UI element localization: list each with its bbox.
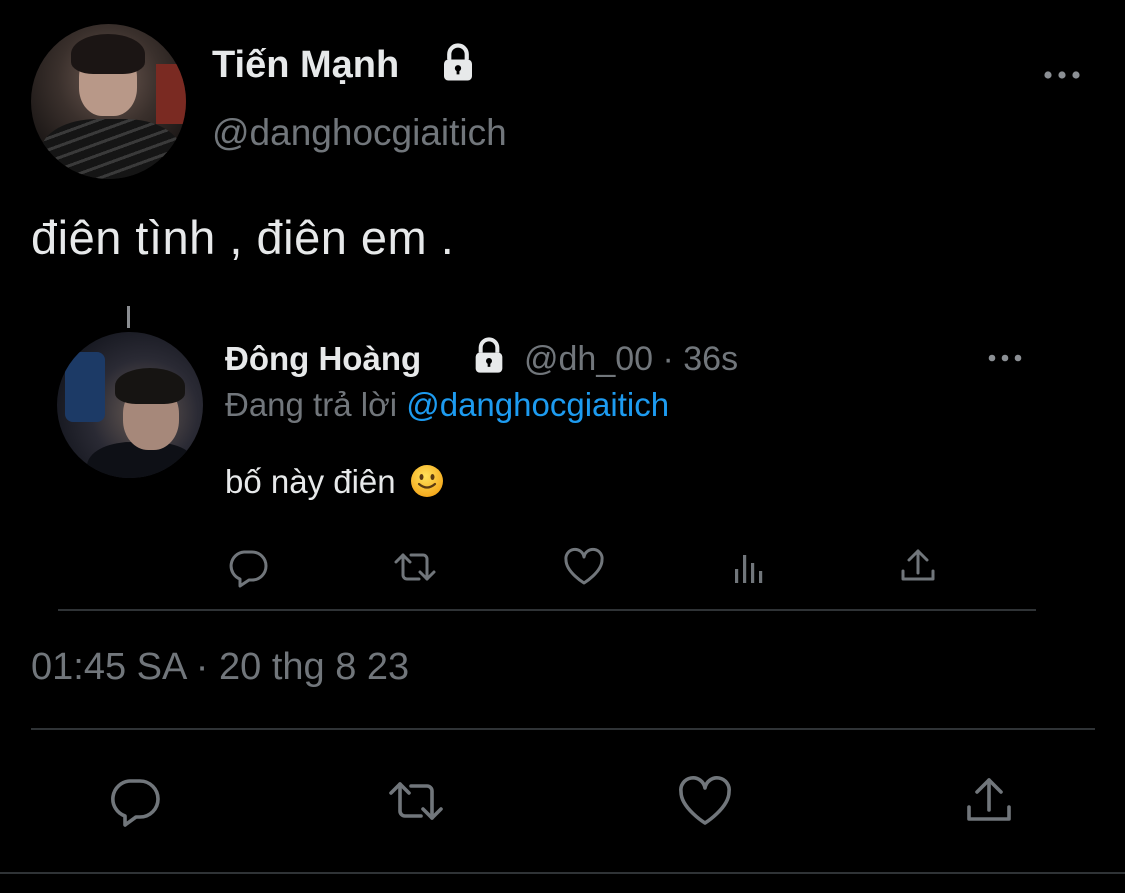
mention-link[interactable]: @danghocgiaitich <box>406 386 669 423</box>
reply-author-display-name[interactable]: Đông Hoàng <box>225 340 421 378</box>
divider <box>31 728 1095 730</box>
tweet-timestamp[interactable]: 01:45 SA · 20 thg 8 23 <box>31 646 409 689</box>
views-icon[interactable] <box>727 543 775 591</box>
reply-text: bố này điên <box>225 463 445 501</box>
thread-connector <box>127 306 130 328</box>
lock-icon <box>437 42 479 84</box>
retweet-icon[interactable] <box>385 770 447 832</box>
reply-handle-time[interactable]: @dh_00 · 36s <box>524 340 738 379</box>
reply-author-avatar[interactable] <box>57 332 203 478</box>
more-horizontal-icon[interactable] <box>985 346 1025 370</box>
like-icon[interactable] <box>560 543 608 591</box>
comment-icon[interactable] <box>224 543 272 591</box>
replying-to-line: Đang trả lời @danghocgiaitich <box>225 386 669 424</box>
comment-icon[interactable] <box>104 770 166 832</box>
author-handle[interactable]: @danghocgiaitich <box>212 112 507 154</box>
author-display-name[interactable]: Tiến Mạnh <box>212 44 399 87</box>
reply-text-content: bố này điên <box>225 463 396 500</box>
lock-icon <box>469 336 509 376</box>
like-icon[interactable] <box>674 770 736 832</box>
smiling-face-icon <box>409 463 445 499</box>
reply-divider <box>58 609 1036 611</box>
tweet-text: điên tình , điên em . <box>31 211 455 264</box>
share-icon[interactable] <box>894 543 942 591</box>
more-horizontal-icon[interactable] <box>1040 62 1084 88</box>
author-avatar[interactable] <box>31 24 186 179</box>
replying-label: Đang trả lời <box>225 386 398 423</box>
retweet-icon[interactable] <box>391 543 439 591</box>
divider <box>0 872 1125 874</box>
share-icon[interactable] <box>958 770 1020 832</box>
